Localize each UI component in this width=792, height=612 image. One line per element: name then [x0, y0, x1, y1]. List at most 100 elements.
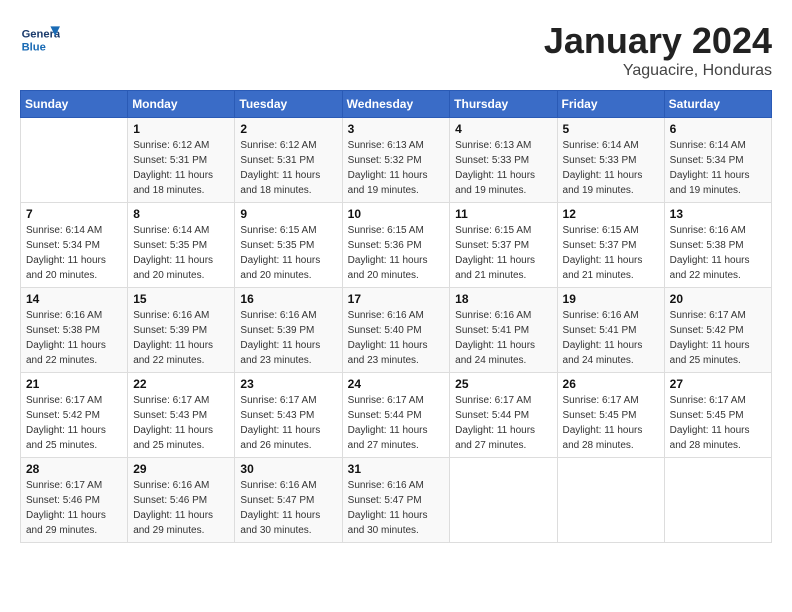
calendar-cell: 4 Sunrise: 6:13 AMSunset: 5:33 PMDayligh… [450, 118, 557, 203]
calendar-cell: 10 Sunrise: 6:15 AMSunset: 5:36 PMDaylig… [342, 203, 450, 288]
day-info: Sunrise: 6:16 AMSunset: 5:47 PMDaylight:… [348, 478, 445, 538]
day-number: 29 [133, 462, 229, 476]
calendar-cell: 5 Sunrise: 6:14 AMSunset: 5:33 PMDayligh… [557, 118, 664, 203]
day-info: Sunrise: 6:14 AMSunset: 5:35 PMDaylight:… [133, 223, 229, 283]
day-info: Sunrise: 6:17 AMSunset: 5:45 PMDaylight:… [563, 393, 659, 453]
logo: General Blue [20, 20, 64, 60]
day-number: 15 [133, 292, 229, 306]
calendar-cell: 24 Sunrise: 6:17 AMSunset: 5:44 PMDaylig… [342, 373, 450, 458]
day-number: 16 [240, 292, 336, 306]
day-info: Sunrise: 6:17 AMSunset: 5:44 PMDaylight:… [348, 393, 445, 453]
weekday-header-row: Sunday Monday Tuesday Wednesday Thursday… [21, 91, 772, 118]
day-number: 2 [240, 122, 336, 136]
day-info: Sunrise: 6:13 AMSunset: 5:33 PMDaylight:… [455, 138, 551, 198]
header-friday: Friday [557, 91, 664, 118]
day-info: Sunrise: 6:15 AMSunset: 5:36 PMDaylight:… [348, 223, 445, 283]
day-number: 23 [240, 377, 336, 391]
calendar-cell: 15 Sunrise: 6:16 AMSunset: 5:39 PMDaylig… [128, 288, 235, 373]
week-row-4: 28 Sunrise: 6:17 AMSunset: 5:46 PMDaylig… [21, 458, 772, 543]
week-row-0: 1 Sunrise: 6:12 AMSunset: 5:31 PMDayligh… [21, 118, 772, 203]
day-info: Sunrise: 6:16 AMSunset: 5:47 PMDaylight:… [240, 478, 336, 538]
calendar-cell: 17 Sunrise: 6:16 AMSunset: 5:40 PMDaylig… [342, 288, 450, 373]
day-info: Sunrise: 6:13 AMSunset: 5:32 PMDaylight:… [348, 138, 445, 198]
day-number: 1 [133, 122, 229, 136]
calendar-cell: 20 Sunrise: 6:17 AMSunset: 5:42 PMDaylig… [664, 288, 771, 373]
logo-icon: General Blue [20, 20, 60, 60]
day-info: Sunrise: 6:15 AMSunset: 5:35 PMDaylight:… [240, 223, 336, 283]
day-number: 10 [348, 207, 445, 221]
day-info: Sunrise: 6:14 AMSunset: 5:34 PMDaylight:… [26, 223, 122, 283]
calendar-cell: 26 Sunrise: 6:17 AMSunset: 5:45 PMDaylig… [557, 373, 664, 458]
day-info: Sunrise: 6:16 AMSunset: 5:41 PMDaylight:… [563, 308, 659, 368]
calendar-cell: 12 Sunrise: 6:15 AMSunset: 5:37 PMDaylig… [557, 203, 664, 288]
calendar-cell [557, 458, 664, 543]
calendar-cell: 2 Sunrise: 6:12 AMSunset: 5:31 PMDayligh… [235, 118, 342, 203]
day-number: 24 [348, 377, 445, 391]
day-number: 19 [563, 292, 659, 306]
calendar-cell: 14 Sunrise: 6:16 AMSunset: 5:38 PMDaylig… [21, 288, 128, 373]
calendar-header: Sunday Monday Tuesday Wednesday Thursday… [21, 91, 772, 118]
day-number: 31 [348, 462, 445, 476]
calendar-cell [21, 118, 128, 203]
calendar-cell: 31 Sunrise: 6:16 AMSunset: 5:47 PMDaylig… [342, 458, 450, 543]
calendar-cell: 30 Sunrise: 6:16 AMSunset: 5:47 PMDaylig… [235, 458, 342, 543]
calendar-cell: 1 Sunrise: 6:12 AMSunset: 5:31 PMDayligh… [128, 118, 235, 203]
day-info: Sunrise: 6:17 AMSunset: 5:46 PMDaylight:… [26, 478, 122, 538]
day-number: 17 [348, 292, 445, 306]
calendar-table: Sunday Monday Tuesday Wednesday Thursday… [20, 90, 772, 543]
calendar-cell: 11 Sunrise: 6:15 AMSunset: 5:37 PMDaylig… [450, 203, 557, 288]
day-number: 21 [26, 377, 122, 391]
week-row-3: 21 Sunrise: 6:17 AMSunset: 5:42 PMDaylig… [21, 373, 772, 458]
day-number: 7 [26, 207, 122, 221]
calendar-cell: 25 Sunrise: 6:17 AMSunset: 5:44 PMDaylig… [450, 373, 557, 458]
header-wednesday: Wednesday [342, 91, 450, 118]
calendar-cell: 16 Sunrise: 6:16 AMSunset: 5:39 PMDaylig… [235, 288, 342, 373]
day-number: 9 [240, 207, 336, 221]
week-row-2: 14 Sunrise: 6:16 AMSunset: 5:38 PMDaylig… [21, 288, 772, 373]
calendar-cell: 29 Sunrise: 6:16 AMSunset: 5:46 PMDaylig… [128, 458, 235, 543]
day-info: Sunrise: 6:12 AMSunset: 5:31 PMDaylight:… [240, 138, 336, 198]
day-info: Sunrise: 6:16 AMSunset: 5:38 PMDaylight:… [26, 308, 122, 368]
day-number: 5 [563, 122, 659, 136]
day-number: 13 [670, 207, 766, 221]
week-row-1: 7 Sunrise: 6:14 AMSunset: 5:34 PMDayligh… [21, 203, 772, 288]
day-number: 8 [133, 207, 229, 221]
day-number: 20 [670, 292, 766, 306]
day-info: Sunrise: 6:17 AMSunset: 5:43 PMDaylight:… [240, 393, 336, 453]
calendar-cell: 23 Sunrise: 6:17 AMSunset: 5:43 PMDaylig… [235, 373, 342, 458]
day-info: Sunrise: 6:16 AMSunset: 5:39 PMDaylight:… [240, 308, 336, 368]
calendar-cell: 6 Sunrise: 6:14 AMSunset: 5:34 PMDayligh… [664, 118, 771, 203]
header-tuesday: Tuesday [235, 91, 342, 118]
calendar-cell: 9 Sunrise: 6:15 AMSunset: 5:35 PMDayligh… [235, 203, 342, 288]
day-info: Sunrise: 6:17 AMSunset: 5:45 PMDaylight:… [670, 393, 766, 453]
calendar-body: 1 Sunrise: 6:12 AMSunset: 5:31 PMDayligh… [21, 118, 772, 543]
header-sunday: Sunday [21, 91, 128, 118]
day-info: Sunrise: 6:17 AMSunset: 5:42 PMDaylight:… [26, 393, 122, 453]
day-info: Sunrise: 6:17 AMSunset: 5:44 PMDaylight:… [455, 393, 551, 453]
month-year-title: January 2024 [544, 20, 772, 62]
calendar-cell [664, 458, 771, 543]
title-block: January 2024 Yaguacire, Honduras [544, 20, 772, 80]
day-info: Sunrise: 6:16 AMSunset: 5:39 PMDaylight:… [133, 308, 229, 368]
header-saturday: Saturday [664, 91, 771, 118]
day-info: Sunrise: 6:14 AMSunset: 5:33 PMDaylight:… [563, 138, 659, 198]
calendar-cell: 22 Sunrise: 6:17 AMSunset: 5:43 PMDaylig… [128, 373, 235, 458]
calendar-cell: 28 Sunrise: 6:17 AMSunset: 5:46 PMDaylig… [21, 458, 128, 543]
calendar-cell: 13 Sunrise: 6:16 AMSunset: 5:38 PMDaylig… [664, 203, 771, 288]
day-info: Sunrise: 6:17 AMSunset: 5:42 PMDaylight:… [670, 308, 766, 368]
calendar-cell: 18 Sunrise: 6:16 AMSunset: 5:41 PMDaylig… [450, 288, 557, 373]
day-number: 22 [133, 377, 229, 391]
day-info: Sunrise: 6:16 AMSunset: 5:46 PMDaylight:… [133, 478, 229, 538]
calendar-cell: 27 Sunrise: 6:17 AMSunset: 5:45 PMDaylig… [664, 373, 771, 458]
day-info: Sunrise: 6:12 AMSunset: 5:31 PMDaylight:… [133, 138, 229, 198]
page-header: General Blue January 2024 Yaguacire, Hon… [20, 20, 772, 80]
day-info: Sunrise: 6:17 AMSunset: 5:43 PMDaylight:… [133, 393, 229, 453]
header-thursday: Thursday [450, 91, 557, 118]
day-number: 25 [455, 377, 551, 391]
day-number: 18 [455, 292, 551, 306]
day-info: Sunrise: 6:16 AMSunset: 5:41 PMDaylight:… [455, 308, 551, 368]
day-number: 28 [26, 462, 122, 476]
day-number: 30 [240, 462, 336, 476]
day-info: Sunrise: 6:16 AMSunset: 5:40 PMDaylight:… [348, 308, 445, 368]
day-number: 26 [563, 377, 659, 391]
